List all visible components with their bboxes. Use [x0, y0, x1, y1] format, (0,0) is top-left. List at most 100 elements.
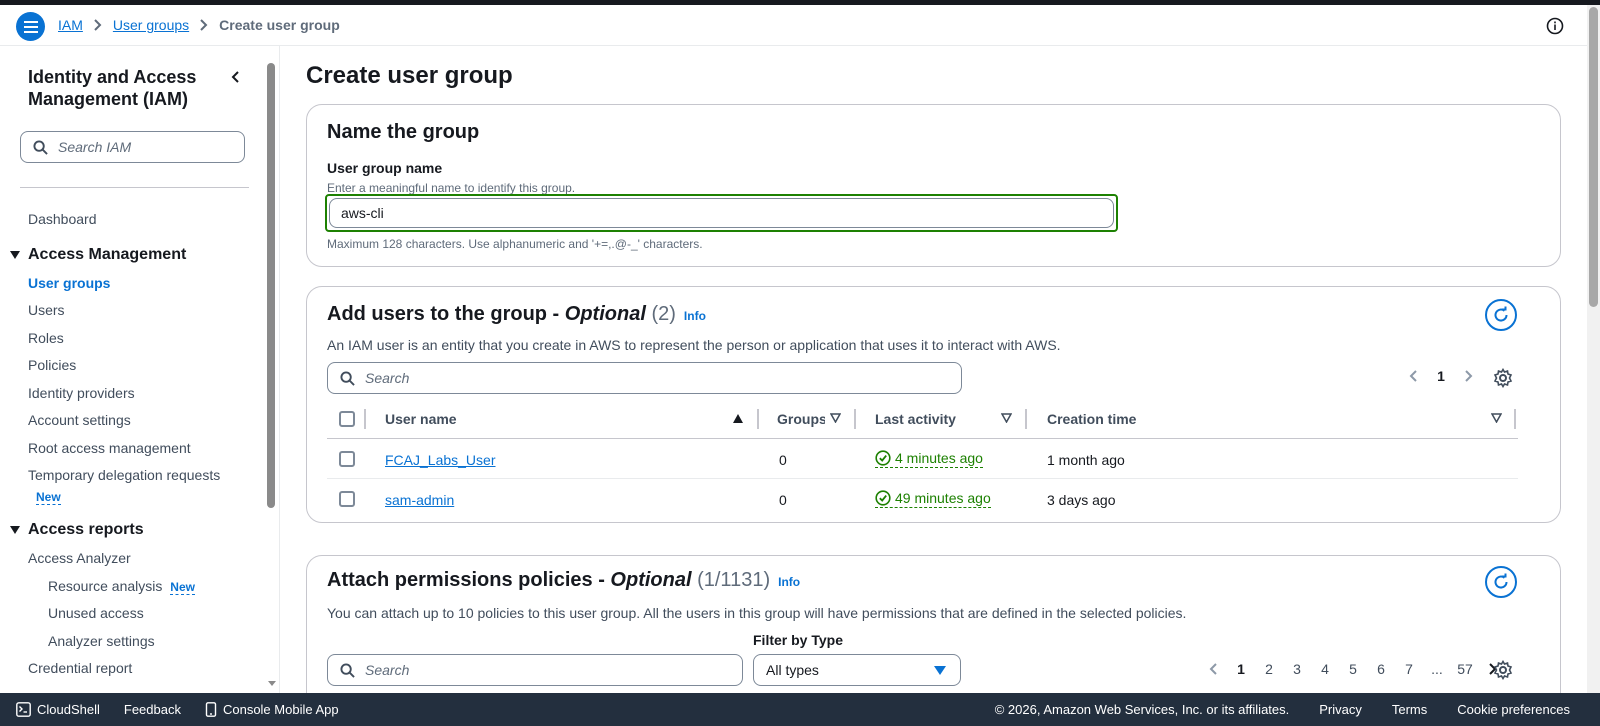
page-number[interactable]: 57: [1451, 661, 1479, 677]
column-divider[interactable]: [757, 409, 759, 429]
policies-pagination: 1 2 3 4 5 6 7 ... 57: [1199, 661, 1507, 677]
row-checkbox[interactable]: [339, 451, 355, 467]
copyright-text: © 2026, Amazon Web Services, Inc. or its…: [994, 702, 1290, 717]
breadcrumb-user-groups[interactable]: User groups: [113, 17, 189, 33]
filter-type-select[interactable]: All types: [753, 654, 961, 686]
sidebar-scrollbar[interactable]: [265, 61, 277, 691]
group-name-constraint: Maximum 128 characters. Use alphanumeric…: [327, 237, 703, 251]
page-number[interactable]: 1: [1427, 368, 1455, 384]
info-link[interactable]: Info: [684, 309, 706, 323]
sort-icon[interactable]: [830, 413, 841, 423]
caret-down-icon: [10, 526, 20, 534]
users-table: User name Groups Last activity Creation …: [327, 399, 1518, 519]
search-icon: [33, 139, 48, 155]
sort-icon[interactable]: [1001, 413, 1012, 423]
collapse-sidebar-icon[interactable]: [228, 69, 244, 85]
last-activity-status[interactable]: 49 minutes ago: [875, 490, 991, 508]
feedback-link[interactable]: Feedback: [124, 702, 181, 717]
breadcrumb-iam[interactable]: IAM: [58, 17, 83, 33]
caret-down-icon: [934, 666, 946, 675]
gear-icon[interactable]: [1493, 368, 1513, 388]
terms-link[interactable]: Terms: [1392, 702, 1427, 717]
sidebar-item-dashboard[interactable]: Dashboard: [28, 211, 97, 227]
prev-page-icon[interactable]: [1399, 370, 1427, 382]
last-activity-text: 49 minutes ago: [895, 490, 991, 506]
sidebar-item-policies[interactable]: Policies: [28, 357, 76, 373]
table-row[interactable]: sam-admin 0 49 minutes ago 3 days ago: [327, 479, 1518, 519]
column-divider[interactable]: [854, 409, 856, 429]
sort-icon[interactable]: [1491, 413, 1502, 423]
attach-policies-description: You can attach up to 10 policies to this…: [327, 605, 1187, 621]
refresh-policies-button[interactable]: [1485, 566, 1517, 598]
sidebar-section-label: Access reports: [28, 521, 144, 538]
sidebar-scrollbar-thumb[interactable]: [267, 63, 275, 508]
attach-policies-title: Attach permissions policies - Optional (…: [327, 569, 800, 592]
sidebar-item-identity-providers[interactable]: Identity providers: [28, 385, 135, 401]
page-number[interactable]: 7: [1395, 661, 1423, 677]
row-checkbox[interactable]: [339, 491, 355, 507]
policies-search-input[interactable]: [327, 654, 743, 686]
prev-page-icon[interactable]: [1199, 663, 1227, 675]
next-page-icon[interactable]: [1455, 370, 1483, 382]
cloudshell-button[interactable]: CloudShell: [16, 702, 100, 717]
users-search-input[interactable]: [327, 362, 962, 394]
sort-ascending-icon[interactable]: [733, 414, 743, 423]
sidebar-item-temporary-delegation-requests[interactable]: Temporary delegation requests: [28, 467, 220, 483]
column-divider: [364, 409, 366, 429]
column-header-user-name[interactable]: User name: [385, 411, 457, 427]
optional-label: Optional: [564, 303, 646, 325]
info-link[interactable]: Info: [778, 575, 800, 589]
select-all-checkbox[interactable]: [339, 411, 355, 427]
creation-time-cell: 1 month ago: [1047, 452, 1125, 468]
caret-down-icon: [10, 251, 20, 259]
main-content: Create user group Name the group User gr…: [281, 46, 1587, 693]
sidebar-item-user-groups[interactable]: User groups: [28, 275, 110, 291]
gear-icon[interactable]: [1493, 660, 1513, 680]
console-mobile-app-link[interactable]: Console Mobile App: [205, 702, 339, 717]
page-scrollbar[interactable]: [1587, 5, 1600, 693]
info-icon[interactable]: [1546, 17, 1564, 35]
page-number[interactable]: 2: [1255, 661, 1283, 677]
column-header-creation-time[interactable]: Creation time: [1047, 411, 1136, 427]
sidebar-search-input[interactable]: Search IAM: [20, 131, 245, 163]
scroll-down-arrow-icon[interactable]: [268, 681, 276, 686]
sidebar-section-access-reports[interactable]: Access reports: [10, 521, 144, 539]
groups-cell: 0: [779, 492, 787, 508]
last-activity-status[interactable]: 4 minutes ago: [875, 450, 983, 468]
page-scrollbar-thumb[interactable]: [1589, 7, 1598, 307]
page-number[interactable]: 4: [1311, 661, 1339, 677]
user-name-link[interactable]: FCAJ_Labs_User: [385, 452, 496, 468]
page-number[interactable]: 6: [1367, 661, 1395, 677]
group-name-input[interactable]: [329, 198, 1114, 228]
column-header-groups[interactable]: Groups: [777, 411, 825, 427]
column-header-last-activity[interactable]: Last activity: [875, 411, 956, 427]
sidebar-item-roles[interactable]: Roles: [28, 330, 64, 346]
sidebar-item-credential-report[interactable]: Credential report: [28, 660, 132, 676]
column-divider[interactable]: [1514, 409, 1516, 429]
sidebar-item-resource-analysis[interactable]: Resource analysis New: [48, 578, 195, 595]
add-users-card: Add users to the group - Optional (2) Inf…: [306, 286, 1561, 523]
table-row[interactable]: FCAJ_Labs_User 0 4 minutes ago 1 month a…: [327, 439, 1518, 479]
hamburger-menu-button[interactable]: [16, 12, 45, 41]
page-number[interactable]: 1: [1227, 661, 1255, 677]
sidebar-item-unused-access[interactable]: Unused access: [48, 605, 144, 621]
sidebar-item-account-settings[interactable]: Account settings: [28, 412, 131, 428]
users-search-field[interactable]: [365, 370, 893, 386]
sidebar-section-access-management[interactable]: Access Management: [10, 246, 186, 264]
sidebar-item-root-access-management[interactable]: Root access management: [28, 440, 191, 456]
group-name-field-highlight: [325, 194, 1118, 232]
page-number[interactable]: 5: [1339, 661, 1367, 677]
policies-search-field[interactable]: [365, 662, 707, 678]
sidebar: Identity and Access Management (IAM) Sea…: [0, 46, 280, 693]
last-activity-cell: 49 minutes ago: [875, 490, 991, 509]
cookie-preferences-link[interactable]: Cookie preferences: [1457, 702, 1570, 717]
sidebar-item-users[interactable]: Users: [28, 302, 65, 318]
add-users-description: An IAM user is an entity that you create…: [327, 337, 1061, 353]
user-name-link[interactable]: sam-admin: [385, 492, 454, 508]
sidebar-item-analyzer-settings[interactable]: Analyzer settings: [48, 633, 155, 649]
page-number[interactable]: 3: [1283, 661, 1311, 677]
privacy-link[interactable]: Privacy: [1319, 702, 1362, 717]
sidebar-item-access-analyzer[interactable]: Access Analyzer: [28, 550, 131, 566]
refresh-users-button[interactable]: [1485, 299, 1517, 331]
column-divider[interactable]: [1025, 409, 1027, 429]
